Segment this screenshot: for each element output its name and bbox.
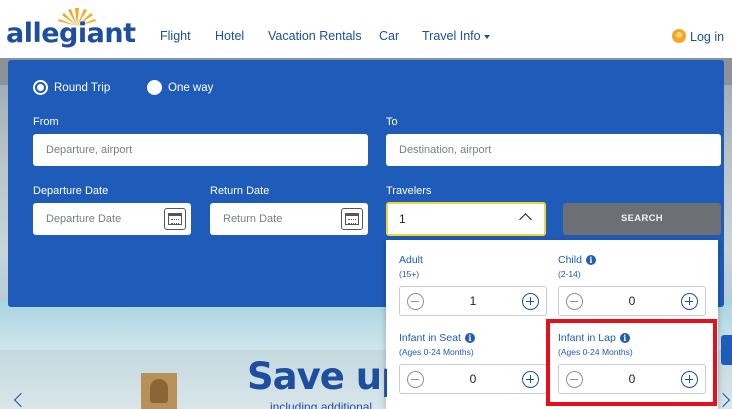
travelers-label: Travelers [386, 185, 432, 197]
minus-icon[interactable] [407, 371, 424, 388]
nav-hotel[interactable]: Hotel [215, 29, 244, 45]
from-label: From [33, 116, 59, 128]
child-label-text: Child [558, 254, 582, 266]
user-icon [672, 29, 686, 43]
calendar-icon[interactable] [341, 208, 363, 230]
minus-icon[interactable] [407, 293, 424, 310]
infant-seat-age-range: (Ages 0-24 Months) [399, 347, 474, 357]
caret-down-icon [483, 34, 490, 39]
adult-count: 1 [469, 294, 477, 308]
radio-unselected-icon [147, 80, 162, 95]
infant-seat-stepper: 0 [399, 364, 547, 394]
return-date-placeholder: Return Date [223, 213, 283, 225]
site-header: allegiant Flight Hotel Vacation Rentals … [0, 0, 732, 58]
to-label: To [386, 116, 398, 128]
plus-icon[interactable] [681, 293, 698, 310]
one-way-radio[interactable]: One way [147, 80, 213, 95]
plus-icon[interactable] [522, 293, 539, 310]
child-stepper: 0 [558, 286, 706, 316]
promo-title: Save up [247, 355, 387, 398]
plus-icon[interactable] [522, 371, 539, 388]
info-icon[interactable]: i [464, 333, 475, 343]
adult-stepper: 1 [399, 286, 547, 316]
highlight-box [546, 319, 717, 406]
login-link[interactable]: Log in [672, 29, 724, 44]
search-button[interactable]: SEARCH [563, 203, 721, 235]
one-way-label: One way [168, 82, 214, 94]
travelers-count: 1 [399, 212, 406, 226]
departure-date-placeholder: Departure Date [46, 213, 122, 225]
minus-icon[interactable] [566, 293, 583, 310]
nav-travel-info[interactable]: Travel Info [422, 29, 490, 45]
infant-seat-label: Infant in Seat i [399, 332, 475, 344]
radio-selected-icon [33, 80, 48, 95]
logo-wordmark: allegiant [6, 18, 136, 49]
login-label: Log in [690, 30, 725, 44]
chevron-up-icon [519, 213, 532, 226]
from-input[interactable]: Departure, airport [33, 134, 368, 166]
mgm-lion-logo [141, 373, 177, 409]
adult-label: Adult [399, 254, 423, 266]
departure-date-input[interactable]: Departure Date [33, 203, 191, 235]
to-input[interactable]: Destination, airport [386, 134, 721, 166]
round-trip-radio[interactable]: Round Trip [33, 80, 110, 95]
return-date-label: Return Date [210, 185, 270, 197]
allegiant-logo[interactable]: allegiant [6, 4, 136, 49]
nav-car[interactable]: Car [379, 29, 399, 45]
child-label: Child i [558, 254, 596, 266]
child-age-range: (2-14) [558, 269, 581, 279]
infant-seat-count: 0 [469, 372, 477, 386]
calendar-icon[interactable] [164, 208, 186, 230]
info-icon[interactable]: i [585, 255, 596, 265]
nav-flight[interactable]: Flight [160, 29, 191, 45]
return-date-input[interactable]: Return Date [210, 203, 368, 235]
round-trip-label: Round Trip [54, 82, 111, 94]
infant-seat-label-text: Infant in Seat [399, 332, 461, 344]
side-feedback-tab[interactable] [721, 335, 732, 365]
promo-subtitle: including additional [270, 400, 373, 409]
child-count: 0 [628, 294, 636, 308]
travelers-select[interactable]: 1 [386, 202, 546, 236]
nav-travel-info-label: Travel Info [422, 29, 481, 43]
nav-vacation-rentals[interactable]: Vacation Rentals [268, 29, 362, 45]
departure-date-label: Departure Date [33, 185, 109, 197]
adult-age-range: (15+) [399, 269, 420, 279]
